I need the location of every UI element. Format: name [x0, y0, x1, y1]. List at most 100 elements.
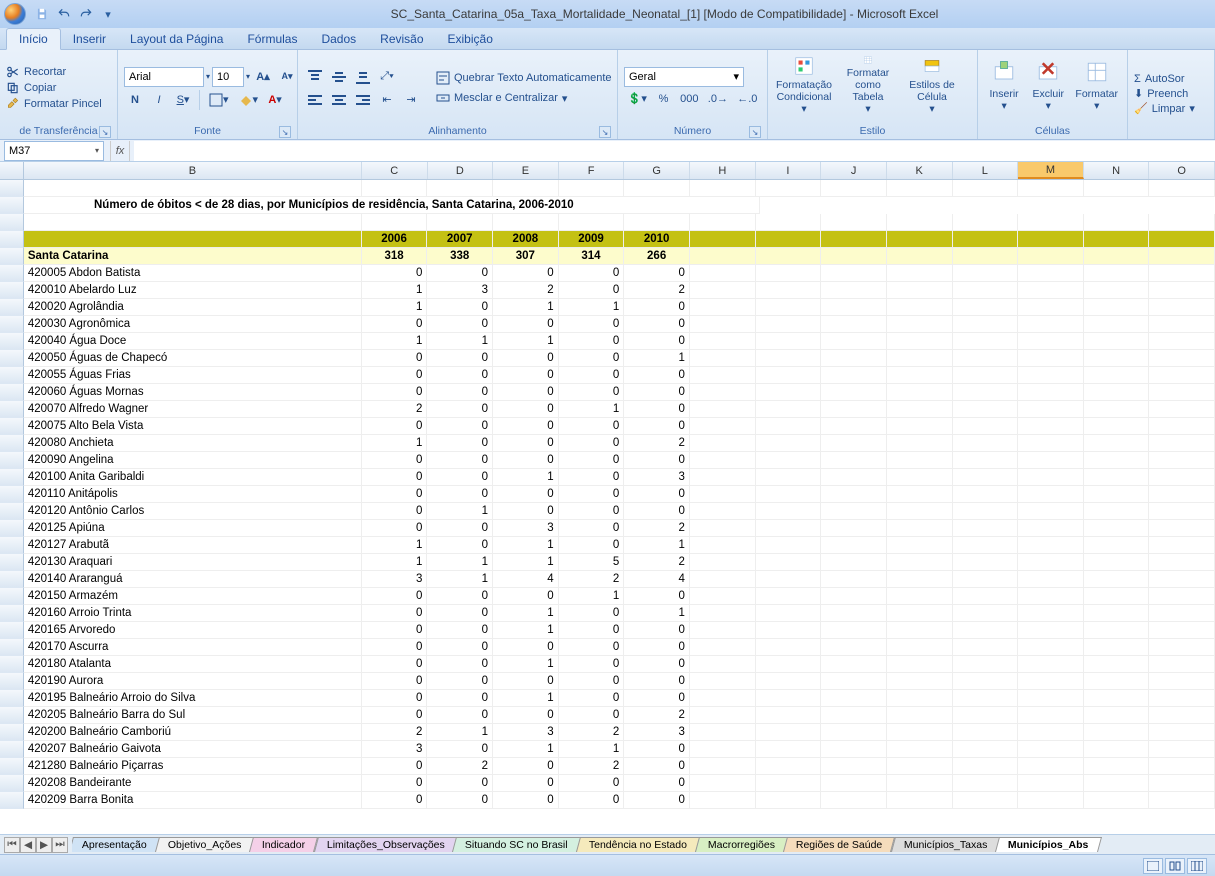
row-header[interactable] [0, 741, 24, 758]
sheet-tab[interactable]: Situando SC no Brasil [452, 837, 581, 852]
dialog-launcher-icon[interactable]: ↘ [599, 126, 611, 138]
cell[interactable]: 0 [427, 401, 493, 418]
cell[interactable] [887, 554, 953, 571]
cell[interactable] [1149, 316, 1215, 333]
cell[interactable] [1149, 537, 1215, 554]
cell[interactable]: 1 [493, 605, 559, 622]
cell[interactable] [690, 265, 756, 282]
ribbon-tab[interactable]: Fórmulas [235, 29, 309, 49]
column-header[interactable]: E [493, 162, 559, 179]
cell[interactable]: 2 [624, 282, 690, 299]
cell[interactable] [690, 282, 756, 299]
cell[interactable]: 0 [624, 639, 690, 656]
cell[interactable]: 0 [624, 316, 690, 333]
cell[interactable]: 0 [559, 503, 625, 520]
cell[interactable] [821, 554, 887, 571]
cell[interactable]: 0 [559, 333, 625, 350]
cell[interactable] [887, 401, 953, 418]
cell[interactable] [821, 265, 887, 282]
cell[interactable]: 1 [427, 503, 493, 520]
row-header[interactable] [0, 707, 24, 724]
cell[interactable] [690, 758, 756, 775]
cell[interactable] [1084, 554, 1150, 571]
cell[interactable]: 0 [362, 367, 428, 384]
cell[interactable] [1018, 486, 1084, 503]
cell[interactable] [1018, 282, 1084, 299]
cell[interactable] [1018, 418, 1084, 435]
delete-cells-button[interactable]: Excluir▾ [1028, 52, 1068, 118]
cell[interactable]: 0 [624, 503, 690, 520]
cell[interactable]: 2 [559, 571, 625, 588]
cell[interactable]: 0 [559, 452, 625, 469]
cell[interactable]: 266 [624, 248, 690, 265]
cell[interactable]: 420205 Balneário Barra do Sul [24, 707, 362, 724]
redo-icon[interactable] [76, 4, 96, 24]
cell[interactable] [690, 639, 756, 656]
row-header[interactable] [0, 690, 24, 707]
cell[interactable]: 1 [427, 571, 493, 588]
cell[interactable] [887, 741, 953, 758]
cell[interactable]: 2 [624, 520, 690, 537]
cell[interactable]: 0 [362, 673, 428, 690]
row-header[interactable] [0, 622, 24, 639]
column-header[interactable]: B [24, 162, 362, 179]
cell[interactable] [821, 248, 887, 265]
cell[interactable]: 0 [559, 469, 625, 486]
cell[interactable]: 0 [559, 775, 625, 792]
row-header[interactable] [0, 214, 24, 231]
cell[interactable] [887, 639, 953, 656]
cell[interactable] [1149, 656, 1215, 673]
cell[interactable]: 420100 Anita Garibaldi [24, 469, 362, 486]
cell[interactable]: 0 [559, 520, 625, 537]
cell[interactable]: 0 [427, 639, 493, 656]
cell[interactable] [953, 384, 1019, 401]
cell[interactable]: 0 [559, 435, 625, 452]
cell[interactable] [953, 656, 1019, 673]
cell[interactable]: 420208 Bandeirante [24, 775, 362, 792]
cell[interactable] [690, 520, 756, 537]
row-header[interactable] [0, 673, 24, 690]
cell[interactable]: 0 [362, 707, 428, 724]
cell[interactable]: 1 [427, 554, 493, 571]
cell[interactable] [887, 265, 953, 282]
cell[interactable]: 0 [362, 265, 428, 282]
cell[interactable]: 0 [624, 418, 690, 435]
cell[interactable] [1149, 622, 1215, 639]
cell[interactable] [953, 231, 1019, 248]
cell[interactable]: 0 [362, 605, 428, 622]
cell[interactable] [821, 673, 887, 690]
cell[interactable] [756, 452, 822, 469]
cell[interactable]: 0 [624, 758, 690, 775]
cell[interactable] [887, 758, 953, 775]
row-header[interactable] [0, 792, 24, 809]
cell[interactable] [1084, 248, 1150, 265]
cell[interactable] [756, 775, 822, 792]
cell[interactable] [1084, 639, 1150, 656]
column-header[interactable]: H [690, 162, 756, 179]
cell[interactable]: 5 [559, 554, 625, 571]
cell[interactable] [821, 418, 887, 435]
cell[interactable] [887, 792, 953, 809]
column-header[interactable]: G [624, 162, 690, 179]
cell[interactable] [821, 231, 887, 248]
cell[interactable]: 0 [624, 656, 690, 673]
row-header[interactable] [0, 180, 24, 197]
cell[interactable] [690, 503, 756, 520]
cell[interactable]: 420055 Águas Frias [24, 367, 362, 384]
cell[interactable]: 1 [493, 554, 559, 571]
cell[interactable]: 1 [362, 333, 428, 350]
cell[interactable]: 4 [493, 571, 559, 588]
cell[interactable] [821, 503, 887, 520]
cell[interactable] [953, 503, 1019, 520]
spreadsheet-grid[interactable]: BCDEFGHIJKLMNO Número de óbitos < de 28 … [0, 162, 1215, 834]
cell[interactable] [756, 571, 822, 588]
cell[interactable] [1018, 435, 1084, 452]
cell[interactable] [1018, 588, 1084, 605]
cell[interactable] [887, 214, 953, 231]
cell[interactable]: 0 [624, 486, 690, 503]
cell[interactable] [821, 214, 887, 231]
cell[interactable] [887, 707, 953, 724]
cell[interactable]: 0 [362, 350, 428, 367]
cell[interactable] [1084, 316, 1150, 333]
cell[interactable]: 0 [493, 418, 559, 435]
